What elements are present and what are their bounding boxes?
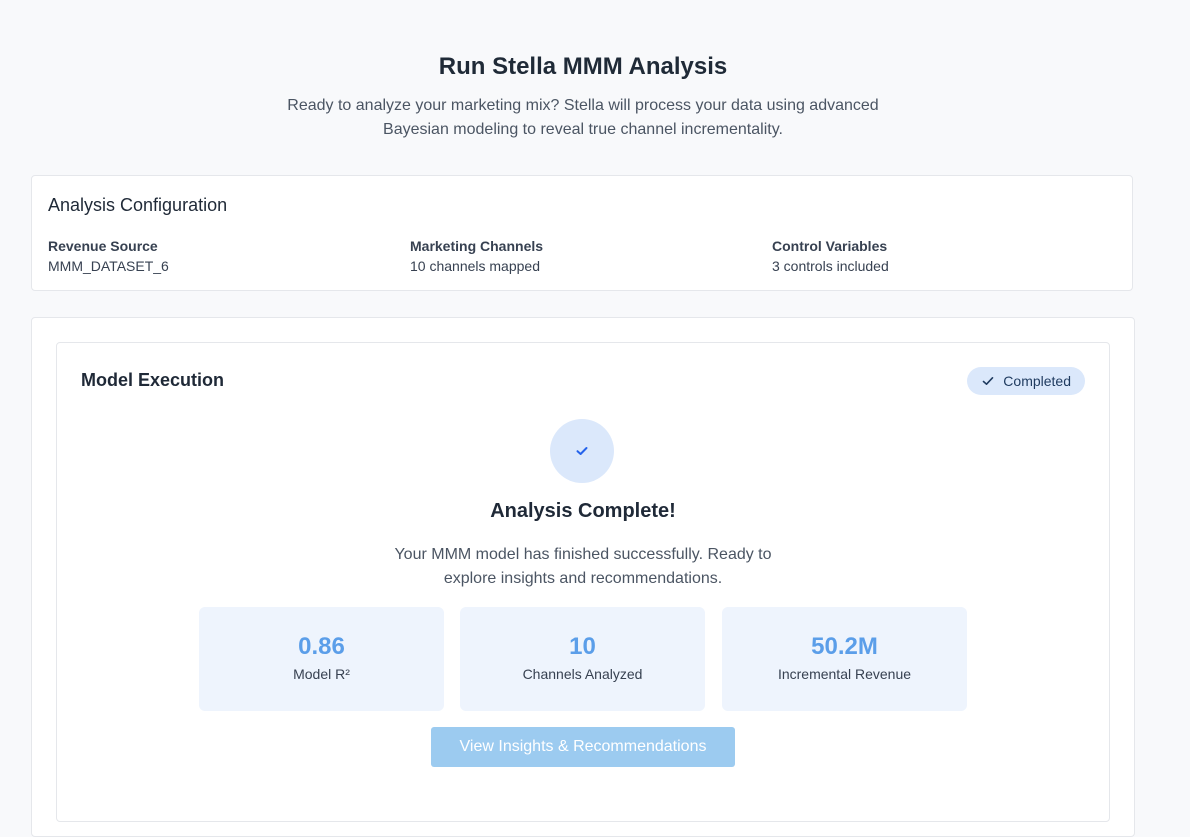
config-label: Revenue Source — [48, 238, 158, 254]
metric-value: 10 — [569, 633, 596, 660]
model-execution-title: Model Execution — [81, 370, 225, 390]
success-indicator — [550, 419, 614, 483]
metric-label: Incremental Revenue — [777, 666, 912, 682]
config-value: 3 controls included — [772, 258, 889, 274]
metric-card-incremental-revenue: 50.2M Incremental Revenue — [722, 607, 967, 711]
page-title: Run Stella MMM Analysis — [438, 53, 728, 80]
config-value: 10 channels mapped — [410, 258, 540, 274]
metric-label: Model R² — [293, 666, 350, 682]
metric-card-model-r2: 0.86 Model R² — [199, 607, 444, 711]
config-label: Control Variables — [772, 238, 888, 254]
analysis-complete-title: Analysis Complete! — [490, 500, 676, 522]
config-item-marketing-channels: Marketing Channels 10 channels mapped — [410, 237, 543, 276]
status-label: Completed — [1003, 373, 1071, 389]
status-badge: Completed — [967, 367, 1085, 395]
metric-card-channels-analyzed: 10 Channels Analyzed — [460, 607, 705, 711]
view-insights-button[interactable]: View Insights & Recommendations — [431, 727, 735, 767]
metric-value: 0.86 — [298, 633, 345, 660]
config-value: MMM_DATASET_6 — [48, 258, 169, 274]
metric-value: 50.2M — [811, 633, 878, 660]
analysis-complete-description: Your MMM model has finished successfully… — [394, 546, 772, 587]
execution-container: Model Execution Completed Analysis Compl… — [31, 317, 1135, 837]
check-icon — [982, 377, 994, 385]
config-label: Marketing Channels — [410, 238, 544, 254]
page-header: Run Stella MMM Analysis Ready to analyze… — [0, 50, 1166, 142]
metric-label: Channels Analyzed — [522, 666, 643, 682]
model-execution-card: Model Execution Completed Analysis Compl… — [56, 342, 1110, 822]
analysis-configuration-card: Analysis Configuration Revenue Source MM… — [31, 175, 1133, 291]
config-title: Analysis Configuration — [48, 195, 228, 215]
config-item-control-variables: Control Variables 3 controls included — [772, 237, 889, 276]
checkmark-icon — [576, 447, 588, 455]
config-item-revenue-source: Revenue Source MMM_DATASET_6 — [48, 237, 169, 276]
page-subtitle: Ready to analyze your marketing mix? Ste… — [287, 97, 879, 138]
